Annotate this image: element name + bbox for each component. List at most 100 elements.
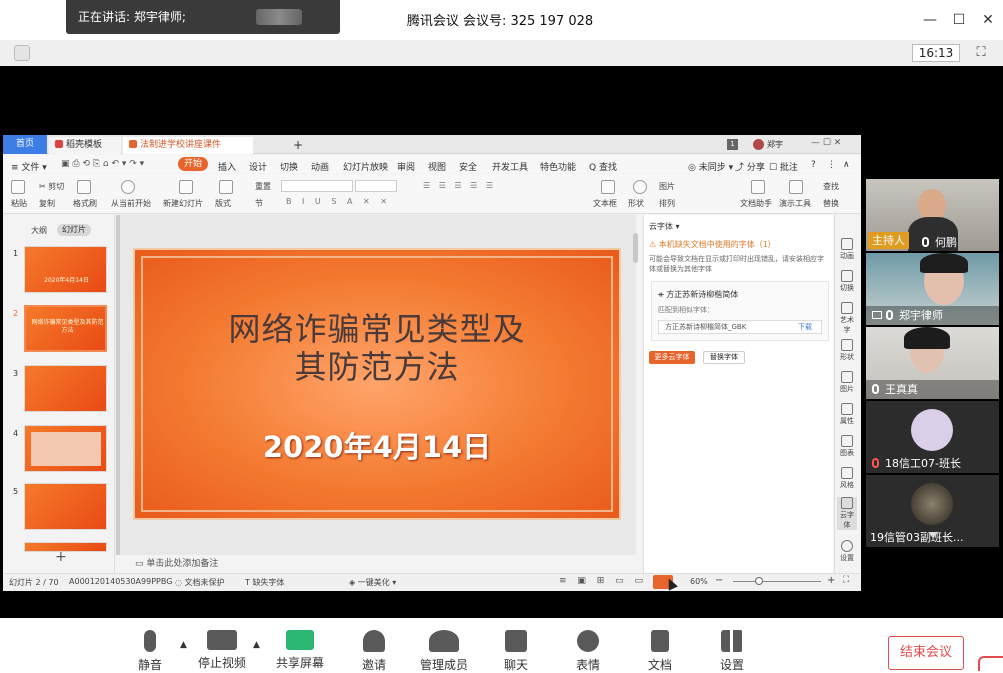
beautify-button[interactable]: ◈ 一键美化 ▾ xyxy=(349,577,396,588)
mute-button[interactable]: 静音 xyxy=(120,630,180,673)
new-slide-button[interactable]: 新建幻灯片 xyxy=(163,198,203,209)
quick-access-toolbar[interactable]: ▣ ⎙ ⟲ ⎘ ⌂ ↶ ▾ ↷ ▾ xyxy=(61,159,171,171)
doc-assistant-button[interactable]: 文档助手 xyxy=(740,198,772,209)
menu-view[interactable]: 视图 xyxy=(428,160,446,173)
font-size-select[interactable] xyxy=(355,180,397,192)
menu-features[interactable]: 特色功能 xyxy=(540,160,576,173)
zoom-slider-handle[interactable] xyxy=(755,577,763,585)
menu-design[interactable]: 设计 xyxy=(249,160,267,173)
thumb-scrollbar[interactable] xyxy=(116,215,120,555)
invite-button[interactable]: 邀请 xyxy=(344,630,404,673)
more-cloud-fonts-button[interactable]: 更多云字体 xyxy=(649,351,695,364)
notes-placeholder[interactable]: ▭ 单击此处添加备注 xyxy=(123,554,633,574)
participant-video-3[interactable]: 王真真 xyxy=(866,327,999,399)
slide-thumbnail-1[interactable]: 2020年4月14日 xyxy=(24,246,107,293)
sidebar-settings[interactable]: 设置 xyxy=(837,540,857,563)
slide-date[interactable]: 2020年4月14日 xyxy=(135,424,619,466)
sidebar-picture[interactable]: 图片 xyxy=(837,371,857,394)
outline-tab[interactable]: 大纲 xyxy=(31,225,47,236)
participant-video-1[interactable]: 主持人 何鹏 xyxy=(866,179,999,251)
sidebar-animation[interactable]: 动画 xyxy=(837,238,857,261)
collapse-ribbon-icon[interactable]: ∧ xyxy=(843,160,850,170)
comment-button[interactable]: ☐ 批注 xyxy=(769,160,798,173)
add-slide-button[interactable]: + xyxy=(55,549,67,565)
menu-animation[interactable]: 动画 xyxy=(311,160,329,173)
menu-slideshow[interactable]: 幻灯片放映 xyxy=(343,160,388,173)
font-format-buttons[interactable]: B I U S A ✕ ✕ xyxy=(286,197,391,206)
missing-font-status[interactable]: T 缺失字体 xyxy=(245,577,284,588)
current-slide[interactable]: 网络诈骗常见类型及 其防范方法 2020年4月14日 xyxy=(133,248,621,520)
security-shield-icon[interactable] xyxy=(14,45,30,61)
menu-security[interactable]: 安全 xyxy=(459,160,477,173)
font-panel-header[interactable]: 云字体 ▾ xyxy=(649,221,680,232)
play-icon[interactable] xyxy=(121,180,135,194)
protect-status[interactable]: ◌ 文档未保护 xyxy=(175,577,225,588)
paste-icon[interactable] xyxy=(11,180,25,194)
view-mode-buttons[interactable]: ≡ ▣ ⊞ ▭ ▭ xyxy=(559,576,647,586)
slide-thumbnail-2-selected[interactable]: 网络诈骗常见类型及其防范方法 xyxy=(24,305,107,352)
shape-icon[interactable] xyxy=(633,180,647,194)
zoom-in-button[interactable]: + xyxy=(827,575,835,586)
sidebar-properties[interactable]: 属性 xyxy=(837,403,857,426)
section-button[interactable]: 节 xyxy=(255,198,263,209)
slide-title[interactable]: 网络诈骗常见类型及 其防范方法 xyxy=(135,310,619,386)
shape-button[interactable]: 形状 xyxy=(628,198,644,209)
layout-button[interactable]: 版式 xyxy=(215,198,231,209)
video-options-caret[interactable]: ▲ xyxy=(253,640,260,650)
paragraph-buttons[interactable]: ☰ ☰ ☰ ☰ ☰ xyxy=(423,181,496,190)
sidebar-transition[interactable]: 切换 xyxy=(837,270,857,293)
zoom-out-button[interactable]: − xyxy=(715,575,723,586)
textbox-icon[interactable] xyxy=(601,180,615,194)
doc-assistant-icon[interactable] xyxy=(751,180,765,194)
tab-templates[interactable]: 稻壳模板 xyxy=(49,137,121,154)
scroll-down-icon[interactable] xyxy=(928,532,938,540)
picture-button[interactable]: 图片 xyxy=(659,181,675,192)
zoom-slider-track[interactable] xyxy=(733,581,821,582)
menu-start[interactable]: 开始 xyxy=(178,157,208,171)
slide-scrollbar[interactable] xyxy=(633,233,638,263)
settings-button[interactable]: 设置 xyxy=(702,630,762,673)
tab-document[interactable]: 法制进学校讲座课件2020.4.14 xyxy=(123,137,253,167)
chat-button[interactable]: 聊天 xyxy=(486,630,546,673)
replace-button[interactable]: 替换 xyxy=(823,198,839,209)
menu-review[interactable]: 审阅 xyxy=(397,160,415,173)
sync-status[interactable]: ◎ 未同步 ▾ xyxy=(688,160,733,173)
slides-tab[interactable]: 幻灯片 xyxy=(57,224,91,236)
format-painter-icon[interactable] xyxy=(77,180,91,194)
replace-font-button[interactable]: 替换字体 xyxy=(703,351,745,364)
participant-video-4[interactable]: 18信工07-班长 xyxy=(866,401,999,473)
font-name-select[interactable] xyxy=(281,180,353,192)
fullscreen-icon[interactable]: ⛶ xyxy=(972,44,990,62)
download-font-link[interactable]: 下载 xyxy=(798,322,812,332)
find-button[interactable]: 查找 xyxy=(823,181,839,192)
minimize-button[interactable]: — xyxy=(918,8,942,32)
tab-home[interactable]: 首页 xyxy=(3,135,47,154)
layout-icon[interactable] xyxy=(219,180,233,194)
maximize-button[interactable]: ☐ xyxy=(947,8,971,32)
mute-options-caret[interactable]: ▲ xyxy=(180,640,187,650)
stop-video-button[interactable]: 停止视频 xyxy=(192,630,252,671)
reactions-button[interactable]: 表情 xyxy=(558,630,618,673)
more-menu-icon[interactable]: ⋮ xyxy=(827,160,836,170)
new-tab-button[interactable]: + xyxy=(287,137,309,154)
menu-insert[interactable]: 插入 xyxy=(218,160,236,173)
sidebar-cloud-font[interactable]: 云字体 xyxy=(837,497,857,530)
reset-button[interactable]: 重置 xyxy=(255,181,271,192)
wps-window-controls[interactable]: — ☐ ✕ xyxy=(811,138,841,148)
user-avatar[interactable] xyxy=(753,139,764,150)
share-button[interactable]: ⤴ 分享 xyxy=(735,160,765,173)
close-button[interactable]: ✕ xyxy=(976,8,1000,32)
slide-thumbnail-3[interactable] xyxy=(24,365,107,412)
participant-video-2[interactable]: 郑宇律师 xyxy=(866,253,999,325)
share-screen-button[interactable]: 共享屏幕 xyxy=(270,630,330,671)
slide-thumbnail-4[interactable] xyxy=(24,425,107,472)
sidebar-chart[interactable]: 图表 xyxy=(837,435,857,458)
window-count-icon[interactable]: 1 xyxy=(727,139,738,150)
present-tools-icon[interactable] xyxy=(789,180,803,194)
copy-button[interactable]: 复制 xyxy=(39,198,55,209)
arrange-button[interactable]: 排列 xyxy=(659,198,675,209)
help-button[interactable]: ? xyxy=(811,160,816,170)
menu-dev-tools[interactable]: 开发工具 xyxy=(492,160,528,173)
new-slide-icon[interactable] xyxy=(179,180,193,194)
present-tools-button[interactable]: 演示工具 xyxy=(779,198,811,209)
